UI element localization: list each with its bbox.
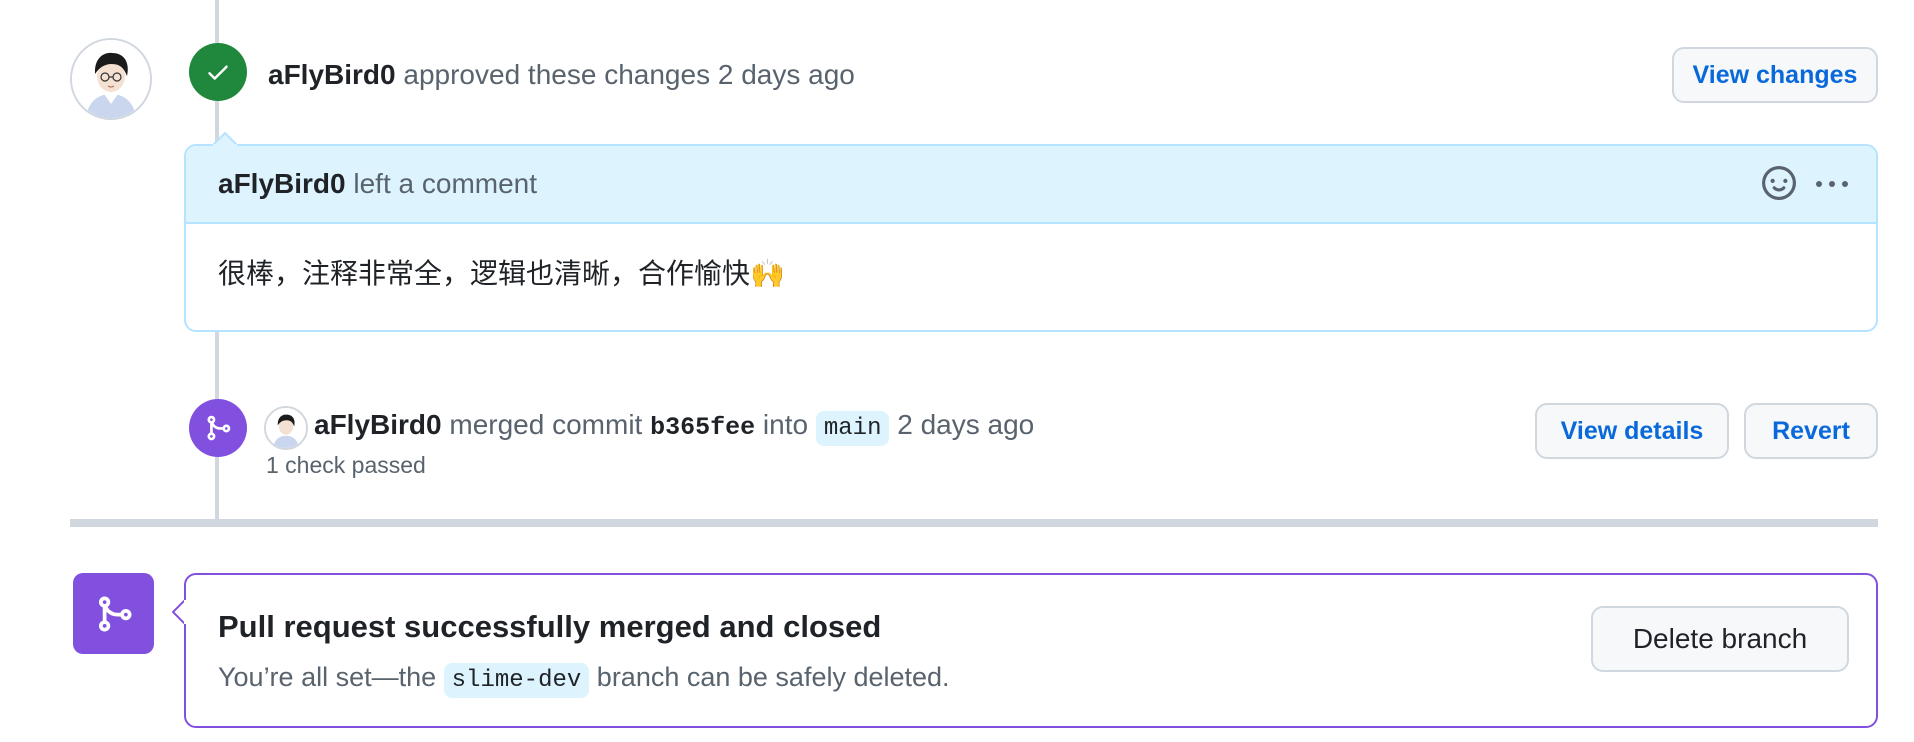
merge-author-link[interactable]: aFlyBird0 bbox=[314, 409, 442, 440]
merged-box-caret bbox=[172, 599, 186, 625]
comment-options-button[interactable] bbox=[1812, 166, 1852, 202]
smiley-icon bbox=[1762, 166, 1796, 200]
head-branch-label[interactable]: slime-dev bbox=[443, 663, 590, 698]
merged-badge bbox=[189, 399, 247, 457]
view-changes-label: View changes bbox=[1692, 60, 1858, 89]
review-author-link[interactable]: aFlyBird0 bbox=[268, 59, 396, 90]
reviewer-avatar[interactable] bbox=[70, 38, 152, 120]
merge-time[interactable]: 2 days ago bbox=[897, 409, 1034, 440]
merged-status-description: You’re all set—the slime-dev branch can … bbox=[218, 659, 950, 699]
kebab-horizontal-icon bbox=[1816, 181, 1848, 187]
comment-body: 很棒，注释非常全，逻辑也清晰，合作愉快🙌 bbox=[218, 257, 785, 290]
timeline-end-separator bbox=[70, 519, 1878, 527]
review-action: approved these changes bbox=[403, 59, 711, 90]
view-changes-button[interactable]: View changes bbox=[1672, 47, 1878, 103]
delete-branch-button[interactable]: Delete branch bbox=[1591, 606, 1849, 672]
checks-status-link[interactable]: 1 check passed bbox=[266, 452, 426, 479]
view-details-label: View details bbox=[1560, 416, 1704, 445]
timeline-line-top bbox=[215, 0, 219, 43]
merger-avatar[interactable] bbox=[264, 406, 308, 450]
comment-author-link[interactable]: aFlyBird0 bbox=[218, 168, 346, 199]
comment-action: left a comment bbox=[353, 168, 538, 199]
commit-sha-link[interactable]: b365fee bbox=[650, 413, 755, 442]
review-event-text: aFlyBird0 approved these changes 2 days … bbox=[268, 57, 855, 93]
git-merge-icon bbox=[207, 415, 231, 441]
delete-branch-label: Delete branch bbox=[1632, 623, 1808, 654]
comment-caret bbox=[212, 132, 238, 146]
merged-status-icon-box bbox=[73, 573, 154, 654]
merged-desc-suffix: branch can be safely deleted. bbox=[596, 662, 950, 692]
revert-label: Revert bbox=[1772, 416, 1850, 445]
revert-button[interactable]: Revert bbox=[1744, 403, 1878, 459]
avatar-illustration bbox=[72, 40, 150, 118]
add-reaction-button[interactable] bbox=[1762, 166, 1798, 202]
git-merge-icon bbox=[98, 596, 132, 631]
check-icon bbox=[208, 65, 228, 80]
merged-status-title: Pull request successfully merged and clo… bbox=[218, 609, 882, 644]
merge-event-text: aFlyBird0 merged commit b365fee into mai… bbox=[314, 407, 1034, 447]
review-time[interactable]: 2 days ago bbox=[718, 59, 855, 90]
merged-desc-prefix: You’re all set—the bbox=[218, 662, 437, 692]
base-branch-label[interactable]: main bbox=[815, 411, 890, 446]
merge-into: into bbox=[762, 409, 809, 440]
review-comment: aFlyBird0 left a comment 很棒，注释非常全，逻辑也清晰，… bbox=[184, 132, 1878, 332]
view-details-button[interactable]: View details bbox=[1535, 403, 1729, 459]
avatar-illustration-small bbox=[266, 408, 306, 448]
timeline-line-bottom bbox=[215, 457, 219, 519]
merge-action: merged commit bbox=[449, 409, 643, 440]
merged-status-box: Pull request successfully merged and clo… bbox=[172, 573, 1878, 728]
comment-header-text: aFlyBird0 left a comment bbox=[218, 166, 537, 202]
comment-header: aFlyBird0 left a comment bbox=[186, 146, 1876, 224]
approved-badge bbox=[189, 43, 247, 101]
